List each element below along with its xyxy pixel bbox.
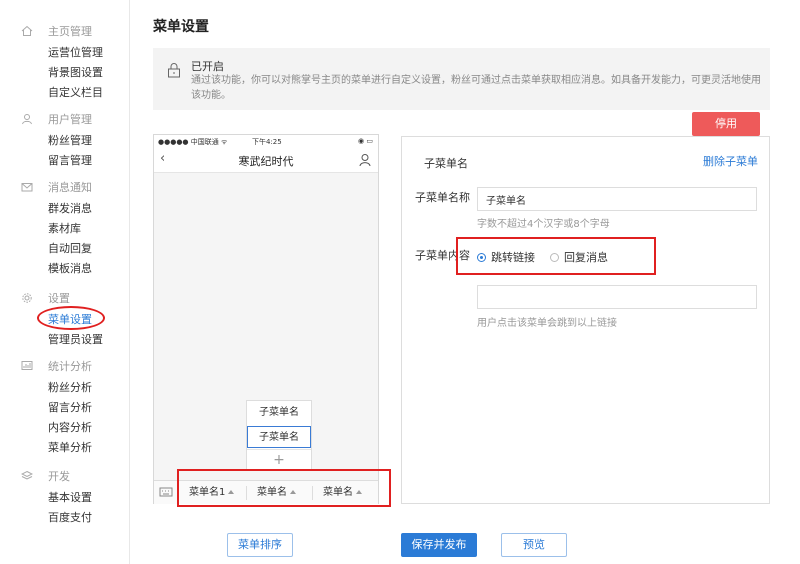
carrier-label: ●●●●● 中国联通 ᯤ — [158, 138, 228, 146]
battery-icon: ◉ ▭ — [358, 137, 373, 145]
sidebar-item-templates[interactable]: 模板消息 — [0, 259, 130, 279]
sidebar-group-home: 主页管理 运营位管理 背景图设置 自定义栏目 — [0, 22, 130, 103]
highlight-ellipse — [37, 306, 105, 330]
url-hint: 用户点击该菜单会跳到以上链接 — [477, 318, 617, 329]
sidebar-item-materials[interactable]: 素材库 — [0, 219, 130, 239]
link-url-input[interactable] — [477, 285, 757, 309]
disable-button[interactable]: 停用 — [692, 112, 760, 136]
submenu-item[interactable]: 子菜单名 — [247, 402, 311, 424]
phone-preview: ●●●●● 中国联通 ᯤ 下午4:25 ◉ ▭ ‹ 寒武纪时代 子菜单名 子菜单… — [153, 134, 379, 504]
submenu-editor: 子菜单名 删除子菜单 子菜单名称 字数不超过4个汉字或8个字母 子菜单内容 跳转… — [401, 136, 770, 504]
sidebar-group-dev: 开发 基本设置 百度支付 — [0, 467, 130, 528]
user-icon — [20, 112, 34, 126]
sidebar-group-title: 统计分析 — [48, 360, 92, 373]
delete-submenu-link[interactable]: 删除子菜单 — [703, 153, 758, 169]
highlight-box-radio — [456, 237, 656, 275]
highlight-box-menu — [177, 469, 391, 507]
sidebar-group-title: 主页管理 — [48, 25, 92, 38]
sidebar-group-title: 设置 — [48, 292, 70, 305]
gear-icon — [20, 291, 34, 305]
submenu-item-selected[interactable]: 子菜单名 — [247, 426, 311, 448]
sidebar-item-fan-analysis[interactable]: 粉丝分析 — [0, 378, 130, 398]
preview-button[interactable]: 预览 — [501, 533, 567, 557]
sidebar-item-broadcast[interactable]: 群发消息 — [0, 199, 130, 219]
sidebar: 主页管理 运营位管理 背景图设置 自定义栏目 用户管理 粉丝管理 留言管理 消息… — [0, 0, 130, 564]
sidebar-item-comment-analysis[interactable]: 留言分析 — [0, 398, 130, 418]
home-icon — [20, 24, 34, 38]
sidebar-item-operation[interactable]: 运营位管理 — [0, 43, 130, 63]
name-hint: 字数不超过4个汉字或8个字母 — [477, 219, 610, 230]
name-label: 子菜单名称 — [415, 191, 470, 204]
status-notice: 已开启 通过该功能，你可以对熊掌号主页的菜单进行自定义设置，粉丝可通过点击菜单获… — [153, 48, 770, 110]
sidebar-group-title: 开发 — [48, 470, 70, 483]
sidebar-item-custom-column[interactable]: 自定义栏目 — [0, 83, 130, 103]
phone-nav-bar: ‹ 寒武纪时代 — [154, 147, 378, 173]
sidebar-item-comments[interactable]: 留言管理 — [0, 151, 130, 171]
layers-icon — [20, 469, 34, 483]
page-title: 菜单设置 — [153, 19, 209, 35]
phone-status-bar: ●●●●● 中国联通 ᯤ 下午4:25 ◉ ▭ — [154, 135, 378, 147]
keyboard-icon[interactable] — [159, 486, 173, 498]
submenu-name-input[interactable] — [477, 187, 757, 211]
status-time: 下午4:25 — [252, 138, 282, 146]
sidebar-group-stats: 统计分析 粉丝分析 留言分析 内容分析 菜单分析 — [0, 357, 130, 458]
sidebar-item-content-analysis[interactable]: 内容分析 — [0, 418, 130, 438]
sidebar-group-messages: 消息通知 群发消息 素材库 自动回复 模板消息 — [0, 178, 130, 279]
sidebar-item-admin-settings[interactable]: 管理员设置 — [0, 330, 130, 350]
editor-title: 子菜单名 — [424, 157, 468, 170]
sidebar-item-baidu-pay[interactable]: 百度支付 — [0, 508, 130, 528]
sidebar-group-title: 消息通知 — [48, 181, 92, 194]
mail-icon — [20, 180, 34, 194]
sidebar-item-fans[interactable]: 粉丝管理 — [0, 131, 130, 151]
sidebar-item-background[interactable]: 背景图设置 — [0, 63, 130, 83]
sidebar-group-title: 用户管理 — [48, 113, 92, 126]
notice-title: 已开启 — [191, 60, 224, 73]
sidebar-item-basic-settings[interactable]: 基本设置 — [0, 488, 130, 508]
chart-icon — [20, 359, 34, 373]
lock-icon — [168, 63, 180, 78]
notice-text: 通过该功能，你可以对熊掌号主页的菜单进行自定义设置，粉丝可通过点击菜单获取相应消… — [191, 75, 761, 101]
submenu-popup: 子菜单名 子菜单名 + — [246, 400, 312, 470]
sidebar-item-auto-reply[interactable]: 自动回复 — [0, 239, 130, 259]
save-publish-button[interactable]: 保存并发布 — [401, 533, 477, 557]
add-submenu-button[interactable]: + — [247, 449, 311, 471]
sidebar-group-users: 用户管理 粉丝管理 留言管理 — [0, 110, 130, 171]
account-name: 寒武纪时代 — [238, 155, 294, 168]
profile-icon[interactable] — [359, 153, 371, 167]
sort-menu-button[interactable]: 菜单排序 — [227, 533, 293, 557]
sidebar-item-menu-analysis[interactable]: 菜单分析 — [0, 438, 130, 458]
